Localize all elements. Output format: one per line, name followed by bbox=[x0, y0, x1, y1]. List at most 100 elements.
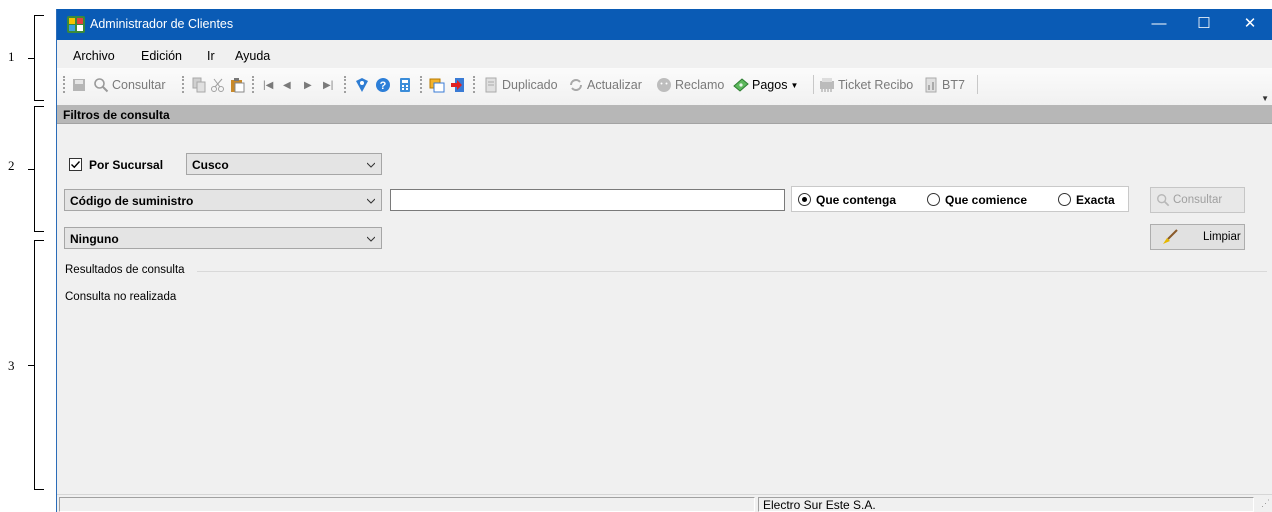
third-filter-select[interactable]: Ninguno bbox=[64, 227, 382, 249]
que-contenga-label: Que contenga bbox=[816, 193, 897, 207]
por-sucursal-label: Por Sucursal bbox=[89, 158, 164, 172]
maximize-button[interactable]: ☐ bbox=[1181, 9, 1227, 40]
annotation-label-3: 3 bbox=[8, 358, 15, 373]
next-icon: ▶ bbox=[304, 79, 312, 91]
copy-icon bbox=[192, 77, 206, 93]
help-book-icon bbox=[356, 78, 368, 92]
toolbar-pagos-dropdown[interactable]: Pagos ▼ bbox=[733, 76, 798, 94]
third-filter-value: Ninguno bbox=[70, 232, 119, 246]
paste-icon bbox=[231, 78, 245, 93]
field-select[interactable]: Código de suministro bbox=[64, 189, 382, 211]
search-icon bbox=[1157, 194, 1170, 207]
que-comience-label: Que comience bbox=[945, 193, 1028, 207]
money-icon bbox=[733, 78, 749, 92]
toolbar-bt7-button[interactable]: BT7 bbox=[923, 76, 965, 94]
question-icon: ? bbox=[376, 78, 390, 92]
toolbar-help-button[interactable]: ? bbox=[375, 76, 391, 94]
exacta-radio[interactable] bbox=[1058, 193, 1071, 206]
chevron-down-icon: ▼ bbox=[790, 80, 799, 90]
calculator-icon bbox=[400, 78, 410, 92]
que-comience-radio[interactable] bbox=[927, 193, 940, 206]
menu-archivo[interactable]: Archivo bbox=[73, 49, 115, 63]
toolbar-grip[interactable] bbox=[420, 76, 422, 93]
toolbar-save-button[interactable] bbox=[71, 76, 87, 94]
toolbar-reclamo-button[interactable]: Reclamo bbox=[656, 76, 724, 94]
title-bar[interactable]: Administrador de Clientes — ☐ ✕ bbox=[57, 9, 1272, 40]
toolbar-duplicado-button[interactable]: Duplicado bbox=[483, 76, 558, 94]
menu-ir[interactable]: Ir bbox=[207, 49, 215, 63]
chevron-down-icon bbox=[367, 198, 375, 204]
consultar-label: Consultar bbox=[112, 78, 166, 92]
next-record-button[interactable]: ▶ bbox=[304, 76, 312, 94]
printer-icon bbox=[820, 78, 834, 92]
limpiar-button[interactable]: Limpiar bbox=[1150, 224, 1245, 250]
annotation-brace-1 bbox=[28, 15, 44, 101]
duplicado-label: Duplicado bbox=[502, 78, 558, 92]
reclamo-label: Reclamo bbox=[675, 78, 725, 92]
toolbar-calculator-button[interactable] bbox=[397, 76, 413, 94]
toolbar-consultar-button[interactable]: Consultar bbox=[93, 76, 166, 94]
status-company: Electro Sur Este S.A. bbox=[758, 497, 1254, 512]
toolbar-cut-button[interactable] bbox=[210, 76, 226, 94]
results-title: Resultados de consulta bbox=[65, 264, 189, 276]
bt7-label: BT7 bbox=[942, 78, 965, 92]
first-record-button[interactable]: |◀ bbox=[263, 76, 273, 94]
toolbar-copy-button[interactable] bbox=[191, 76, 207, 94]
svg-text:?: ? bbox=[380, 80, 387, 92]
sucursal-select[interactable]: Cusco bbox=[186, 153, 382, 175]
toolbar-actualizar-button[interactable]: Actualizar bbox=[568, 76, 642, 94]
refresh-icon bbox=[570, 79, 582, 91]
consultar-button-label: Consultar bbox=[1173, 194, 1223, 206]
annotation-gutter: 1 2 3 bbox=[0, 0, 56, 512]
menu-bar: Archivo Edición Ir Ayuda bbox=[57, 40, 1272, 68]
annotation-label-1: 1 bbox=[8, 49, 15, 64]
results-panel: Resultados de consulta Consulta no reali… bbox=[57, 254, 1272, 494]
menu-ayuda[interactable]: Ayuda bbox=[235, 49, 270, 63]
toolbar-window-button[interactable] bbox=[429, 76, 445, 94]
actualizar-label: Actualizar bbox=[587, 78, 642, 92]
export-icon bbox=[451, 78, 464, 92]
toolbar-help-book-button[interactable] bbox=[354, 76, 370, 94]
minimize-button[interactable]: — bbox=[1136, 9, 1182, 40]
chevron-down-icon bbox=[367, 236, 375, 242]
report-icon bbox=[925, 77, 937, 93]
broom-icon bbox=[1163, 229, 1178, 244]
toolbar-grip[interactable] bbox=[344, 76, 346, 93]
exacta-label: Exacta bbox=[1076, 193, 1115, 207]
toolbar: Consultar |◀ ◀ ▶ ▶| ? Duplicado Actualiz… bbox=[57, 68, 1272, 105]
previous-icon: ◀ bbox=[283, 79, 291, 91]
pagos-label: Pagos bbox=[752, 78, 788, 92]
toolbar-separator bbox=[813, 75, 814, 94]
save-icon bbox=[73, 79, 85, 91]
results-empty-text: Consulta no realizada bbox=[65, 291, 177, 303]
limpiar-button-label: Limpiar bbox=[1203, 231, 1241, 243]
window-icon bbox=[429, 78, 445, 93]
app-logo-icon bbox=[67, 16, 85, 33]
toolbar-paste-button[interactable] bbox=[229, 76, 245, 94]
toolbar-export-button[interactable] bbox=[450, 76, 466, 94]
last-icon: ▶| bbox=[323, 79, 334, 91]
menu-edicion[interactable]: Edición bbox=[141, 49, 182, 63]
previous-record-button[interactable]: ◀ bbox=[283, 76, 291, 94]
que-contenga-radio[interactable] bbox=[798, 193, 811, 206]
ticket-recibo-label: Ticket Recibo bbox=[838, 78, 914, 92]
last-record-button[interactable]: ▶| bbox=[323, 76, 333, 94]
consultar-button[interactable]: Consultar bbox=[1150, 187, 1245, 213]
close-button[interactable]: ✕ bbox=[1227, 9, 1272, 40]
field-select-value: Código de suministro bbox=[70, 194, 194, 208]
toolbar-separator bbox=[977, 75, 978, 94]
resize-grip-icon[interactable]: ⋰ bbox=[1261, 498, 1270, 509]
filters-panel: Por Sucursal Cusco Código de suministro … bbox=[57, 124, 1272, 254]
filters-header: Filtros de consulta bbox=[57, 105, 1272, 124]
toolbar-grip[interactable] bbox=[473, 76, 475, 93]
toolbar-overflow-icon[interactable]: ▼ bbox=[1261, 94, 1269, 103]
toolbar-grip[interactable] bbox=[182, 76, 184, 93]
toolbar-grip[interactable] bbox=[63, 76, 65, 93]
status-bar: Electro Sur Este S.A. ⋰ bbox=[57, 494, 1272, 512]
status-cell-left bbox=[59, 497, 755, 512]
search-input[interactable] bbox=[390, 189, 785, 211]
por-sucursal-checkbox[interactable] bbox=[69, 158, 82, 171]
chevron-down-icon bbox=[367, 162, 375, 168]
toolbar-ticket-recibo-button[interactable]: Ticket Recibo bbox=[819, 76, 913, 94]
toolbar-grip[interactable] bbox=[252, 76, 254, 93]
